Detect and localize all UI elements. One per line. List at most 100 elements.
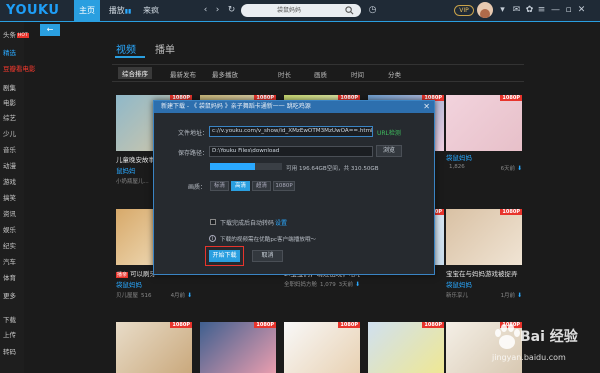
sidebar-item-label: 豆瓣看电影 (3, 65, 36, 73)
sidebar-item-label: 上传 (3, 331, 16, 339)
vip-badge[interactable]: VIP (454, 5, 474, 16)
filter-category[interactable]: 分类 (388, 69, 401, 79)
dialog-close-icon[interactable]: ✕ (423, 102, 430, 112)
avatar[interactable] (477, 2, 493, 18)
sidebar-item[interactable]: 更多 (3, 290, 16, 300)
chevron-down-icon[interactable]: ▾ (497, 5, 508, 16)
browse-button[interactable]: 浏览 (376, 145, 402, 157)
video-tag[interactable]: 袋鼠妈妈 (446, 152, 522, 162)
video-author[interactable]: 贝儿屋屋 (116, 293, 138, 299)
video-card[interactable]: 1080P (200, 322, 276, 373)
sidebar-item[interactable]: 上传 (3, 329, 16, 339)
sidebar-item[interactable]: 精选 (3, 47, 16, 57)
sidebar-item-label: 转码 (3, 348, 16, 356)
tab-videos[interactable]: 视频 (116, 41, 136, 56)
video-author[interactable]: 全职妈妈方舱 (284, 282, 317, 288)
auto-transcode-checkbox[interactable] (210, 219, 216, 225)
video-card[interactable]: 1080P (368, 322, 444, 373)
app-logo[interactable]: YOUKU (6, 3, 59, 18)
sidebar-item[interactable]: 资讯 (3, 208, 16, 218)
sidebar-item[interactable]: 豆瓣看电影 (3, 63, 36, 73)
save-path-field[interactable]: D:\Youku Files\download (209, 146, 373, 157)
video-thumbnail[interactable]: 1080P (446, 209, 522, 265)
sidebar-item[interactable]: 音乐 (3, 144, 16, 154)
sidebar-item[interactable]: 纪实 (3, 240, 16, 250)
video-thumbnail[interactable]: 1080P (368, 322, 444, 373)
refresh-icon[interactable]: ↻ (226, 5, 237, 16)
tab-playlists[interactable]: 播单 (155, 41, 175, 56)
play-count: 1,826 (449, 164, 465, 170)
history-icon[interactable]: ◷ (367, 5, 378, 16)
close-icon[interactable]: ✕ (576, 5, 587, 16)
video-card[interactable]: 1080P 宝宝在与妈妈游戏被捉弄 袋鼠妈妈 新乐享儿 1月前 ⬇ (446, 209, 522, 299)
title-bar: YOUKU 主页 播放▮▮ 来疯 ‹ › ↻ 袋鼠妈妈 ◷ VIP ▾ ✉ ✿ … (0, 0, 600, 22)
maximize-icon[interactable]: ▫ (563, 5, 574, 16)
sidebar-item[interactable]: 电影 (3, 97, 16, 107)
video-tag[interactable]: 袋鼠妈妈 (116, 279, 192, 289)
nav-laifeng[interactable]: 来疯 (140, 0, 162, 21)
skin-icon[interactable]: ✉ (511, 5, 522, 16)
back-arrow-icon[interactable]: ‹ (200, 5, 211, 16)
filter-duration[interactable]: 时长 (278, 69, 291, 79)
sidebar-item[interactable]: 转码 (3, 346, 16, 356)
video-tag[interactable]: 袋鼠妈妈 (446, 279, 522, 289)
info-icon: i (209, 235, 216, 242)
sidebar-item[interactable]: 剧集 (3, 82, 16, 92)
sidebar-item[interactable]: 游戏 (3, 176, 16, 186)
watermark-url: jingyan.baidu.com (492, 353, 566, 362)
sidebar-item[interactable]: 综艺 (3, 112, 16, 122)
sidebar-item[interactable]: 搞笑 (3, 192, 16, 202)
nav-play[interactable]: 播放▮▮ (106, 0, 134, 21)
download-icon[interactable]: ⬇ (515, 292, 522, 299)
sidebar-item[interactable]: 少儿 (3, 128, 16, 138)
search-box[interactable]: 袋鼠妈妈 (241, 4, 361, 17)
play-count: 1,079 (320, 282, 336, 288)
filter-time[interactable]: 时间 (351, 69, 364, 79)
sidebar-item[interactable]: 汽车 (3, 256, 16, 266)
transcode-settings-link[interactable]: 设置 (275, 218, 287, 227)
sidebar-item[interactable]: 头条 HOT (3, 29, 29, 39)
cancel-button[interactable]: 取消 (252, 250, 283, 262)
minimize-icon[interactable]: — (550, 5, 561, 16)
video-author[interactable]: 新乐享儿 (446, 293, 468, 299)
video-thumbnail[interactable]: 1080P (116, 322, 192, 373)
download-icon[interactable]: ⬇ (185, 292, 192, 299)
video-card[interactable]: 1080P 袋鼠妈妈 1,826 6天前 ⬇ (446, 95, 522, 172)
download-icon[interactable]: ⬇ (353, 281, 360, 288)
video-thumbnail[interactable]: 1080P (200, 322, 276, 373)
filter-newest[interactable]: 最新发布 (170, 69, 196, 79)
gift-icon[interactable]: ✿ (524, 5, 535, 16)
forward-arrow-icon[interactable]: › (212, 5, 223, 16)
video-card[interactable]: 1080P (284, 322, 360, 373)
quality-option-hd[interactable]: 高清 (231, 181, 250, 191)
video-title[interactable]: 宝宝在与妈妈游戏被捉弄 (446, 268, 522, 278)
video-thumbnail[interactable]: 1080P (446, 95, 522, 151)
sidebar-item-label: 纪实 (3, 242, 16, 250)
sidebar-item-label: 少儿 (3, 130, 16, 138)
video-author[interactable]: 小奶瓶屋儿... (116, 179, 149, 185)
filter-quality[interactable]: 画质 (314, 69, 327, 79)
sidebar-item[interactable]: 娱乐 (3, 224, 16, 234)
sidebar-item[interactable]: 动漫 (3, 160, 16, 170)
video-meta: 1,826 6天前 ⬇ (446, 164, 522, 172)
quality-option-1080p[interactable]: 1080P (273, 181, 295, 191)
url-field[interactable]: c://v.youku.com/v_show/id_XMzEwOTM3MzUwO… (209, 126, 373, 137)
quality-badge: 1080P (254, 322, 276, 328)
video-thumbnail[interactable]: 1080P (284, 322, 360, 373)
back-button[interactable]: ← (40, 24, 60, 36)
quality-option-shd[interactable]: 超清 (252, 181, 271, 191)
sidebar-item[interactable]: 体育 (3, 272, 16, 282)
sidebar-item[interactable]: 下载 (3, 314, 16, 324)
nav-home[interactable]: 主页 (74, 0, 100, 21)
search-input[interactable]: 袋鼠妈妈 (277, 5, 301, 14)
quality-option-sd[interactable]: 标清 (210, 181, 229, 191)
download-icon[interactable]: ⬇ (515, 165, 522, 172)
video-card[interactable]: 1080P (116, 322, 192, 373)
filter-comprehensive[interactable]: 综合排序 (118, 67, 152, 79)
sidebar-item-label: 汽车 (3, 258, 16, 266)
auto-transcode-label: 下载完成后自动转码 (220, 220, 275, 227)
filter-most-played[interactable]: 最多播放 (212, 69, 238, 79)
menu-icon[interactable]: ≡ (536, 5, 547, 16)
video-title-text: 宝宝在与妈妈游戏被捉弄 (446, 270, 518, 278)
search-icon[interactable] (345, 6, 354, 15)
